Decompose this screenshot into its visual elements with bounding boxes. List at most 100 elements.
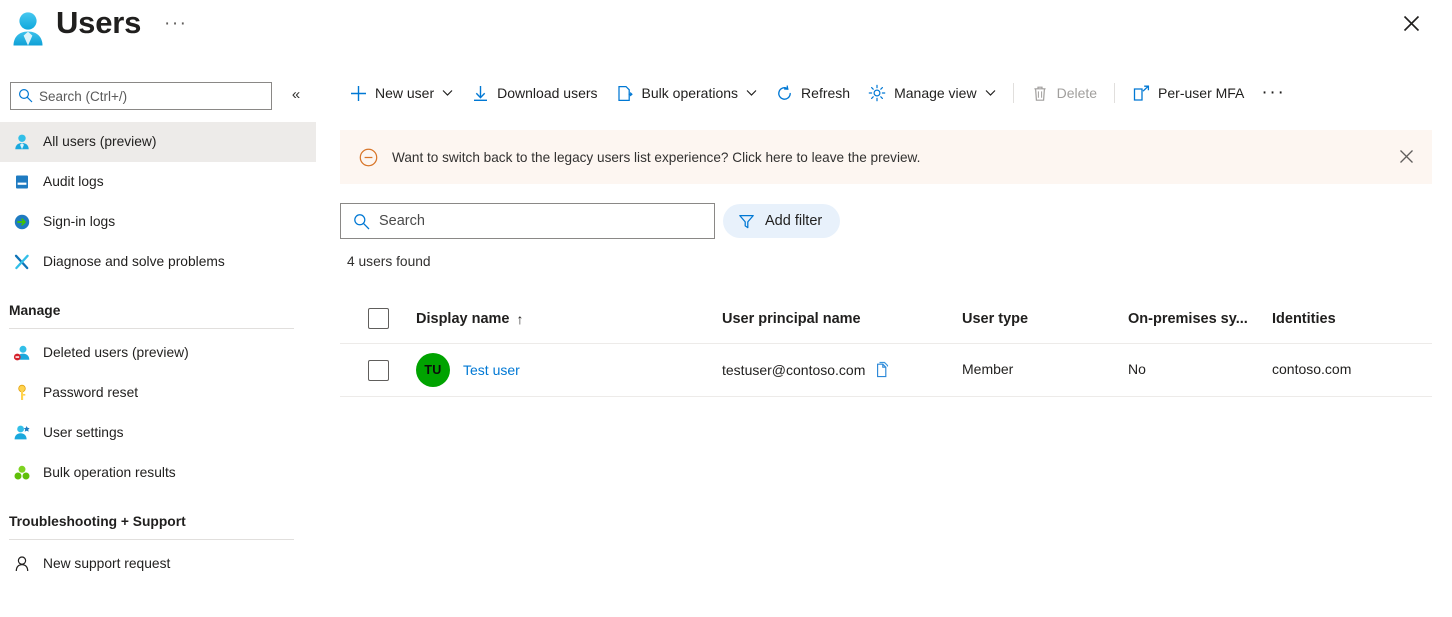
- close-blade-button[interactable]: [1398, 10, 1424, 36]
- column-header-label: Identities: [1272, 310, 1336, 327]
- sidebar: « All users (preview): [0, 62, 316, 617]
- sidebar-search-input[interactable]: [10, 82, 272, 110]
- sidebar-item-sign-in-logs[interactable]: Sign-in logs: [0, 202, 316, 242]
- manage-view-label: Manage view: [894, 85, 977, 101]
- row-checkbox[interactable]: [367, 359, 389, 381]
- column-header-on-premises-sync[interactable]: On-premises sy...: [1128, 311, 1272, 327]
- per-user-mfa-button[interactable]: Per-user MFA: [1123, 77, 1253, 109]
- delete-button[interactable]: Delete: [1022, 77, 1106, 109]
- sidebar-item-label: Bulk operation results: [43, 465, 176, 480]
- key-icon: [12, 383, 32, 403]
- column-header-label: Display name: [416, 310, 510, 327]
- support-person-icon: [12, 554, 32, 574]
- download-users-button[interactable]: Download users: [462, 77, 606, 109]
- refresh-label: Refresh: [801, 85, 851, 101]
- dismiss-banner-button[interactable]: [1394, 144, 1418, 168]
- search-input[interactable]: [340, 203, 715, 239]
- users-search: [340, 203, 715, 239]
- divider: [9, 539, 294, 540]
- copy-icon[interactable]: [874, 361, 892, 379]
- refresh-button[interactable]: Refresh: [766, 77, 859, 109]
- sidebar-item-deleted-users[interactable]: Deleted users (preview): [0, 333, 316, 373]
- new-user-label: New user: [375, 85, 435, 101]
- table-header-row: Display name ↑ User principal name User …: [340, 294, 1432, 344]
- divider: [1114, 83, 1116, 103]
- select-all-cell: [340, 308, 416, 329]
- column-header-user-principal-name[interactable]: User principal name: [722, 311, 962, 327]
- chevron-down-icon: [746, 89, 757, 97]
- command-bar: New user Download users Bulk operations …: [340, 75, 1294, 111]
- divider: [1012, 83, 1014, 103]
- delete-label: Delete: [1056, 85, 1098, 101]
- bulk-operations-button[interactable]: Bulk operations: [607, 77, 767, 109]
- divider: [9, 328, 294, 329]
- cell-display-name: TU Test user: [416, 353, 722, 387]
- page-title-more-button[interactable]: ···: [160, 10, 191, 38]
- cell-on-premises-sync: No: [1128, 361, 1272, 379]
- sidebar-item-password-reset[interactable]: Password reset: [0, 373, 316, 413]
- sidebar-item-label: Password reset: [43, 385, 139, 400]
- on-premises-sync-text: No: [1128, 361, 1146, 377]
- sidebar-nav: All users (preview) Audit logs Sign-in l…: [0, 122, 316, 584]
- table-row[interactable]: TU Test user testuser@contoso.com Member: [340, 344, 1432, 397]
- column-header-label: User type: [962, 310, 1029, 327]
- sidebar-item-audit-logs[interactable]: Audit logs: [0, 162, 316, 202]
- column-header-user-type[interactable]: User type: [962, 311, 1128, 327]
- row-select-cell: [340, 359, 416, 381]
- sort-ascending-icon: ↑: [516, 310, 524, 327]
- sidebar-item-label: Deleted users (preview): [43, 345, 189, 360]
- plus-icon: [349, 84, 367, 102]
- user-principal-name-text: testuser@contoso.com: [722, 362, 866, 378]
- bulk-operations-icon: [12, 463, 32, 483]
- column-header-display-name[interactable]: Display name ↑: [416, 311, 722, 327]
- cell-user-type: Member: [962, 361, 1128, 379]
- gear-icon: [868, 84, 886, 102]
- more-commands-button[interactable]: ···: [1253, 77, 1293, 109]
- refresh-icon: [775, 84, 793, 102]
- user-type-text: Member: [962, 361, 1014, 377]
- sign-in-icon: [12, 212, 32, 232]
- add-filter-button[interactable]: Add filter: [723, 204, 841, 238]
- cell-user-principal-name: testuser@contoso.com: [722, 361, 962, 379]
- sidebar-group-title-troubleshooting: Troubleshooting + Support: [9, 514, 186, 529]
- sidebar-item-label: Audit logs: [43, 174, 104, 189]
- per-user-mfa-label: Per-user MFA: [1158, 85, 1245, 101]
- preview-banner: Want to switch back to the legacy users …: [340, 130, 1432, 184]
- identities-text: contoso.com: [1272, 361, 1352, 377]
- users-blade-icon: [8, 8, 48, 50]
- sidebar-item-label: All users (preview): [43, 134, 157, 149]
- bulk-upload-icon: [616, 84, 634, 102]
- user-icon: [12, 132, 32, 152]
- blade-header: Users ···: [0, 0, 1452, 62]
- chevron-down-icon: [985, 89, 996, 97]
- user-settings-icon: [12, 423, 32, 443]
- sidebar-item-bulk-operation-results[interactable]: Bulk operation results: [0, 453, 316, 493]
- new-user-button[interactable]: New user: [340, 77, 462, 109]
- sidebar-item-diagnose[interactable]: Diagnose and solve problems: [0, 242, 316, 282]
- manage-view-button[interactable]: Manage view: [859, 77, 1005, 109]
- filter-bar: Add filter: [340, 203, 841, 239]
- select-all-checkbox[interactable]: [367, 308, 389, 329]
- sidebar-item-all-users[interactable]: All users (preview): [0, 122, 316, 162]
- trash-icon: [1031, 84, 1049, 102]
- deleted-user-icon: [12, 343, 32, 363]
- collapse-sidebar-button[interactable]: «: [286, 84, 306, 106]
- filter-icon: [737, 212, 755, 230]
- preview-banner-text[interactable]: Want to switch back to the legacy users …: [392, 150, 920, 165]
- chevron-down-icon: [442, 89, 453, 97]
- users-blade: Users ··· «: [0, 0, 1452, 617]
- column-header-identities[interactable]: Identities: [1272, 311, 1432, 327]
- column-header-label: User principal name: [722, 310, 861, 327]
- download-icon: [471, 84, 489, 102]
- sidebar-item-user-settings[interactable]: User settings: [0, 413, 316, 453]
- minus-circle-icon: [358, 147, 378, 167]
- user-display-name-link[interactable]: Test user: [463, 362, 520, 378]
- avatar: TU: [416, 353, 450, 387]
- results-count: 4 users found: [347, 254, 431, 269]
- sidebar-item-new-support-request[interactable]: New support request: [0, 544, 316, 584]
- column-header-label: On-premises sy...: [1128, 310, 1248, 327]
- sidebar-item-label: Diagnose and solve problems: [43, 254, 225, 269]
- sidebar-item-label: Sign-in logs: [43, 214, 116, 229]
- sidebar-item-label: New support request: [43, 556, 171, 571]
- cell-identities: contoso.com: [1272, 361, 1432, 379]
